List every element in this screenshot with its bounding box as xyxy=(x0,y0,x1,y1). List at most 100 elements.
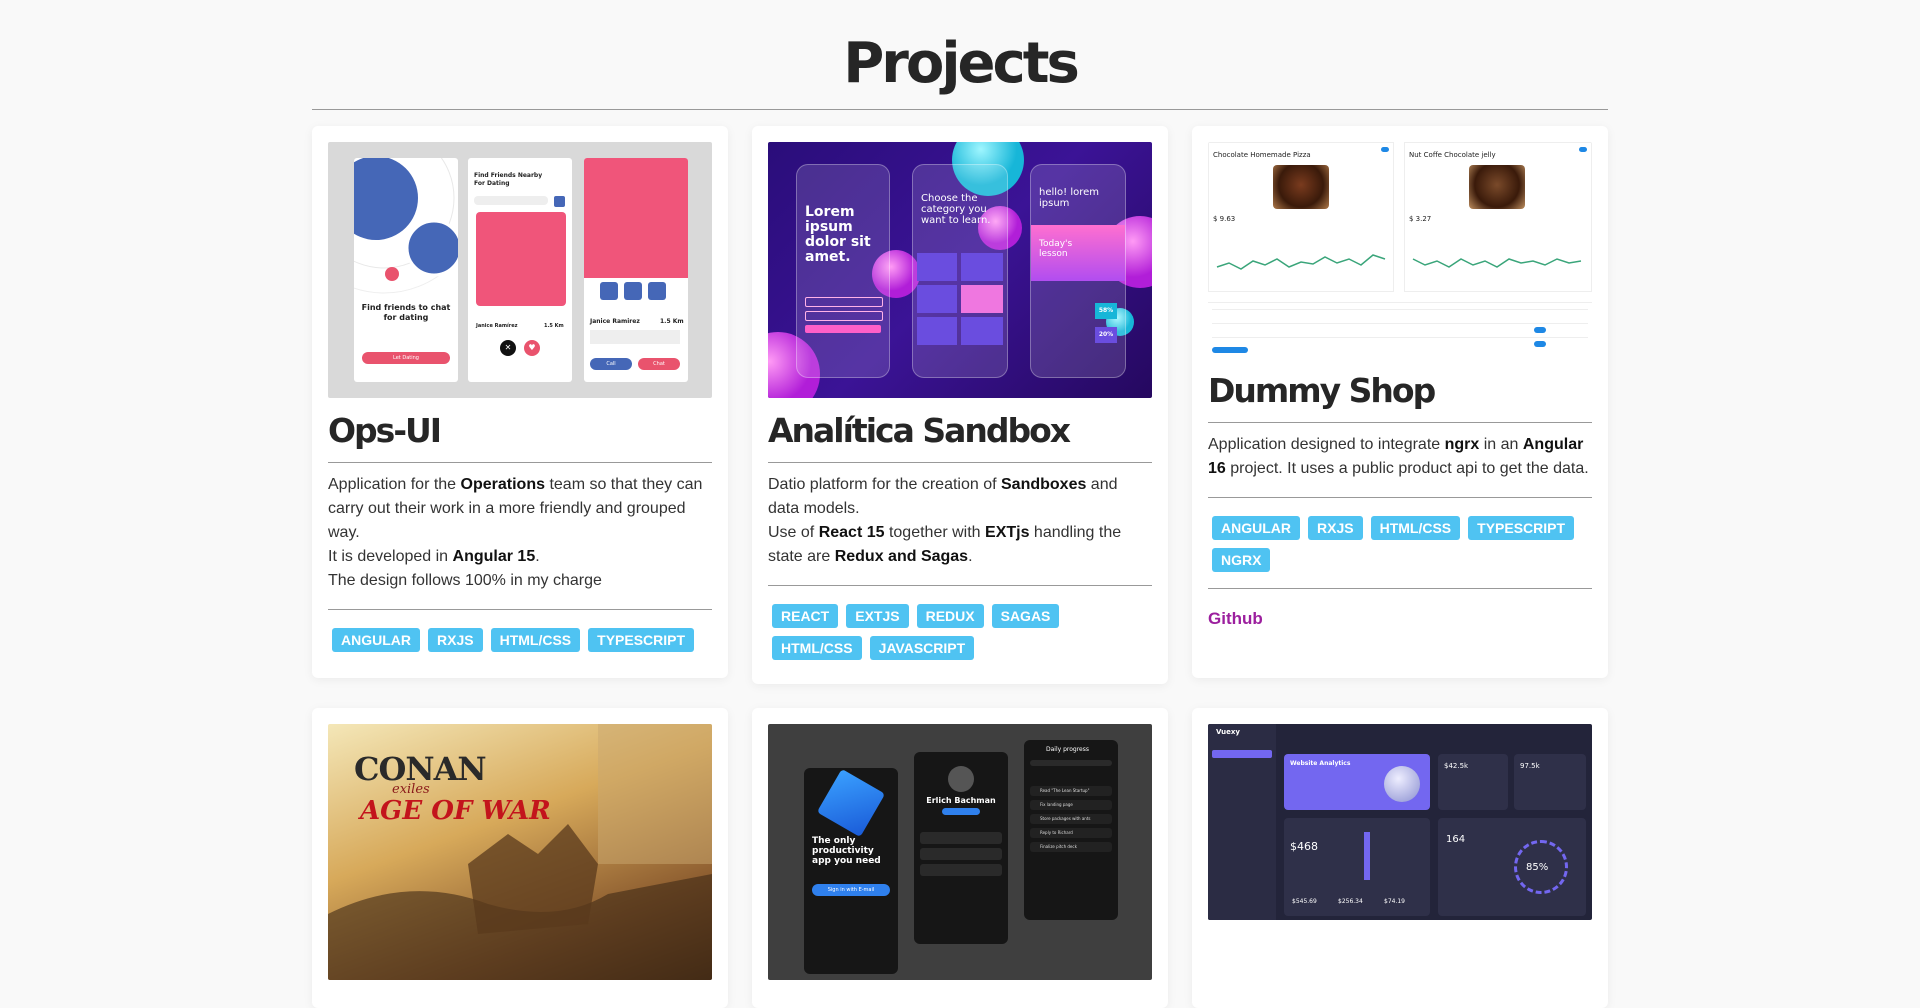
tag: JAVASCRIPT xyxy=(869,636,975,660)
project-description: Application designed to integrate ngrx i… xyxy=(1208,436,1589,477)
screen-text: Lorem ipsum dolor sit amet. xyxy=(805,204,871,265)
analytics-card: Website Analytics xyxy=(1284,754,1430,810)
divider xyxy=(328,609,712,610)
divider xyxy=(1208,497,1592,498)
projects-section: Projects Find friends to chat for dating xyxy=(312,0,1608,1008)
chat-button: Chat xyxy=(638,358,680,370)
product-price: $ 3.27 xyxy=(1409,215,1432,223)
tag-list: REACT EXTJS REDUX SAGAS HTML/CSS JAVASCR… xyxy=(768,596,1152,660)
project-description: Application for the Operations team so t… xyxy=(328,476,703,589)
phone-mock: Choose the category you want to learn. xyxy=(912,164,1008,378)
project-thumbnail[interactable]: CONAN exiles AGE OF WAR xyxy=(328,724,712,980)
headline: The only productivity app you need xyxy=(812,836,881,866)
sidebar-mock: Vuexy xyxy=(1208,724,1276,920)
projects-grid: Find friends to chat for dating Let Dati… xyxy=(312,126,1608,1008)
tag-list: ANGULAR RXJS HTML/CSS TYPESCRIPT xyxy=(328,620,712,652)
divider xyxy=(768,585,1152,586)
close-icon: ✕ xyxy=(500,340,516,356)
stat-value: $74.19 xyxy=(1384,898,1405,905)
sales-value: $42.5k xyxy=(1444,762,1469,770)
project-thumbnail[interactable]: Chocolate Homemade Pizza $ 9.63 Nut Coff… xyxy=(1208,142,1592,358)
sales-card: $42.5k xyxy=(1438,754,1508,810)
project-card: CONAN exiles AGE OF WAR xyxy=(312,708,728,1008)
project-title: Analítica Sandbox xyxy=(768,411,1071,450)
project-thumbnail[interactable]: Vuexy Website Analytics $42.5k 97.5k $46… xyxy=(1208,724,1592,920)
tag: ANGULAR xyxy=(332,628,420,652)
progress-value: 20% xyxy=(1095,327,1117,343)
screen-text: hello! lorem ipsum xyxy=(1039,187,1100,209)
task-item: Finalize pitch deck xyxy=(1030,842,1112,852)
tag: NGRX xyxy=(1212,548,1271,572)
heart-icon: ♥ xyxy=(524,340,540,356)
match-distance: 1.5 Km xyxy=(544,323,564,329)
tag: REDUX xyxy=(916,604,984,628)
page-title: Projects xyxy=(843,31,1080,96)
tickets-card: 164 85% xyxy=(1438,818,1586,916)
game-logo-tag: AGE OF WAR xyxy=(360,796,551,826)
task-item: Store packages with ants xyxy=(1030,814,1112,824)
project-card: Chocolate Homemade Pizza $ 9.63 Nut Coff… xyxy=(1192,126,1608,678)
let-dating-button: Let Dating xyxy=(362,352,450,364)
phone-mock: Lorem ipsum dolor sit amet. xyxy=(796,164,890,378)
tag: TYPESCRIPT xyxy=(1468,516,1575,540)
tag: HTML/CSS xyxy=(1370,516,1461,540)
tag: HTML/CSS xyxy=(772,636,862,660)
tag: TYPESCRIPT xyxy=(588,628,695,652)
brand: Vuexy xyxy=(1216,728,1240,736)
tag: HTML/CSS xyxy=(490,628,581,652)
task-item: Fix landing page xyxy=(1030,800,1112,810)
project-card: Vuexy Website Analytics $42.5k 97.5k $46… xyxy=(1192,708,1608,1008)
title-divider xyxy=(312,109,1608,110)
progress-value: 58% xyxy=(1095,303,1117,319)
sign-in-button: Sign in with E-mail xyxy=(812,884,890,896)
product-card-mock: Nut Coffe Chocolate jelly $ 3.27 xyxy=(1404,142,1592,292)
stat-value: $256.34 xyxy=(1338,898,1363,905)
percent-value: 85% xyxy=(1526,862,1549,873)
phone-mock: hello! lorem ipsum Today's lesson 58% 20… xyxy=(1030,164,1126,378)
task-item: Read "The Lean Startup" xyxy=(1030,786,1112,796)
match-name: Janice Ramírez xyxy=(476,323,518,329)
tag: SAGAS xyxy=(991,604,1060,628)
project-thumbnail[interactable]: Lorem ipsum dolor sit amet. Choose the c… xyxy=(768,142,1152,398)
project-thumbnail[interactable]: The only productivity app you need Sign … xyxy=(768,724,1152,980)
screen-heading: Find Friends Nearby For Dating xyxy=(474,172,543,187)
match-distance: 1.5 Km xyxy=(660,318,684,325)
project-description: Datio platform for the creation of Sandb… xyxy=(768,476,1122,565)
product-name: Nut Coffe Chocolate jelly xyxy=(1409,151,1496,159)
phone-mock: Find friends to chat for dating Let Dati… xyxy=(354,158,458,382)
project-title: Ops-UI xyxy=(328,411,442,450)
screen-text: Choose the category you want to learn. xyxy=(921,193,991,226)
phone-mock: The only productivity app you need Sign … xyxy=(804,768,898,974)
stat-value: $545.69 xyxy=(1292,898,1317,905)
sessions-card: 97.5k xyxy=(1514,754,1586,810)
tag: ANGULAR xyxy=(1212,516,1300,540)
phone-mock: Daily progress Read "The Lean Startup" F… xyxy=(1024,740,1118,920)
divider xyxy=(1208,588,1592,589)
game-logo-sub: exiles xyxy=(392,782,430,797)
earning-value: $468 xyxy=(1290,840,1318,853)
phone-mock: Janice Ramirez 1.5 Km Call Chat xyxy=(584,158,688,382)
project-thumbnail[interactable]: Find friends to chat for dating Let Dati… xyxy=(328,142,712,398)
product-price: $ 9.63 xyxy=(1213,215,1236,223)
phone-mock: Find Friends Nearby For Dating Janice Ra… xyxy=(468,158,572,382)
phone-mock: Erlich Bachman xyxy=(914,752,1008,944)
divider xyxy=(1208,422,1592,423)
tag: RXJS xyxy=(1308,516,1363,540)
tag-list: ANGULAR RXJS HTML/CSS TYPESCRIPT NGRX xyxy=(1208,508,1592,572)
task-item: Reply to Richard xyxy=(1030,828,1112,838)
tag: RXJS xyxy=(428,628,483,652)
earning-card: $468 $545.69 $256.34 $74.19 xyxy=(1284,818,1430,916)
divider xyxy=(328,462,712,463)
daily-title: Daily progress xyxy=(1046,746,1089,753)
call-button: Call xyxy=(590,358,632,370)
tickets-value: 164 xyxy=(1446,834,1466,845)
sessions-value: 97.5k xyxy=(1520,762,1540,770)
match-name: Janice Ramirez xyxy=(590,318,640,325)
tag: REACT xyxy=(772,604,839,628)
profile-name: Erlich Bachman xyxy=(926,796,996,805)
tag: EXTJS xyxy=(846,604,909,628)
product-name: Chocolate Homemade Pizza xyxy=(1213,151,1311,159)
project-card: The only productivity app you need Sign … xyxy=(752,708,1168,1008)
card-title: Website Analytics xyxy=(1290,760,1351,767)
github-link[interactable]: Github xyxy=(1208,609,1263,629)
